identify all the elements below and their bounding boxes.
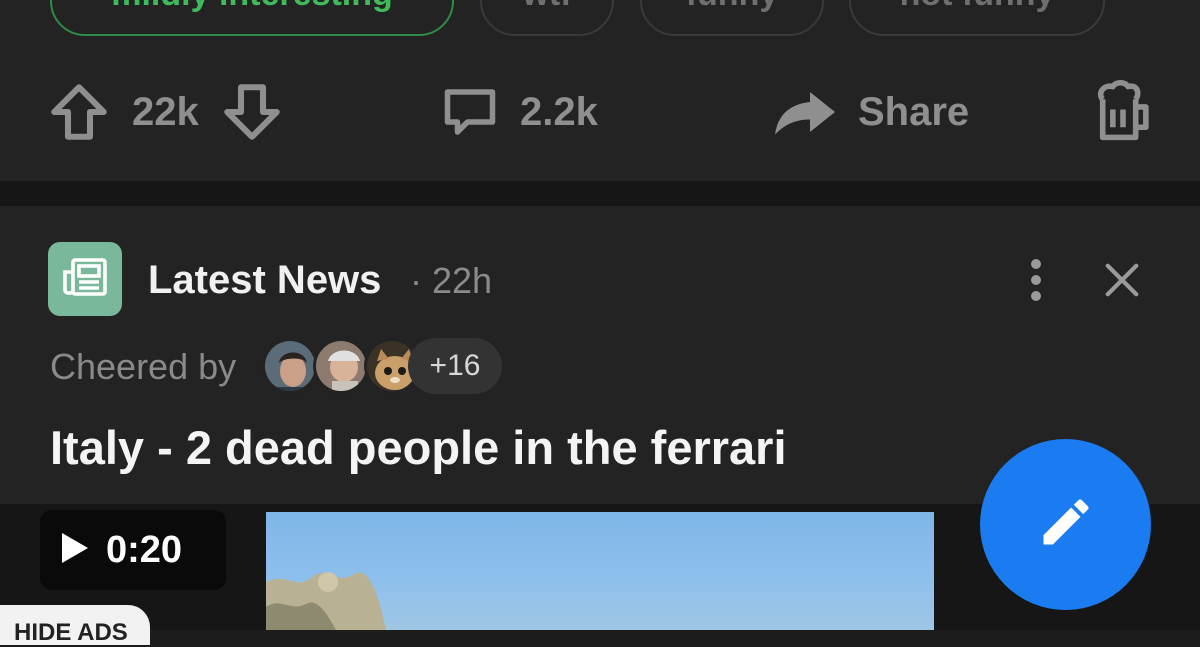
section-name[interactable]: Latest News (148, 258, 381, 303)
cheered-by-label: Cheered by (50, 346, 237, 387)
newspaper-icon (61, 256, 109, 303)
post-time: · 22h (410, 260, 493, 301)
post-separator (0, 181, 1200, 206)
play-icon (62, 532, 88, 568)
downvote-arrow-icon[interactable] (219, 79, 285, 145)
avatar[interactable] (262, 338, 318, 394)
comment-bubble-icon (440, 82, 500, 142)
vote-group: 22k (46, 76, 285, 148)
previous-post-card: mildly interesting wtf funny not funny 2… (0, 0, 1200, 181)
comments-button[interactable]: 2.2k (440, 76, 598, 148)
award-button[interactable] (1092, 76, 1154, 148)
tag-funny[interactable]: funny (640, 0, 824, 36)
comment-count: 2.2k (520, 89, 598, 134)
pencil-icon (1036, 492, 1096, 557)
upvote-arrow-icon[interactable] (46, 79, 112, 145)
video-duration-badge[interactable]: 0:20 (40, 510, 226, 590)
dismiss-button[interactable] (1098, 258, 1146, 306)
cheer-extra-count[interactable]: +16 (408, 338, 502, 394)
share-label: Share (858, 89, 970, 134)
hide-ads-button[interactable]: HIDE ADS (0, 605, 150, 646)
share-arrow-icon (772, 82, 838, 142)
tag-mildly-interesting[interactable]: mildly interesting (50, 0, 454, 36)
video-thumbnail[interactable] (266, 512, 934, 630)
tag-wtf[interactable]: wtf (480, 0, 614, 36)
beer-mug-icon (1092, 79, 1154, 145)
post-title[interactable]: Italy - 2 dead people in the ferrari (50, 420, 787, 475)
upvote-count: 22k (132, 89, 199, 134)
avatar[interactable] (313, 338, 369, 394)
video-duration: 0:20 (106, 528, 183, 571)
more-options-button[interactable] (1014, 254, 1058, 310)
create-post-button[interactable] (980, 439, 1151, 610)
share-button[interactable]: Share (772, 76, 969, 148)
close-icon (1103, 261, 1141, 304)
more-vertical-icon (1030, 258, 1042, 307)
tag-not-funny[interactable]: not funny (849, 0, 1105, 36)
section-avatar[interactable] (48, 242, 122, 316)
